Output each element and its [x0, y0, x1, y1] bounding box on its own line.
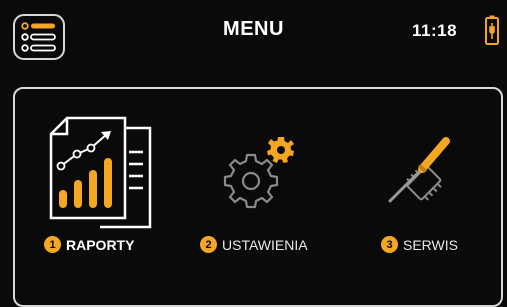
top-bar: MENU 11:18 [0, 0, 507, 70]
battery-charging-icon [485, 15, 499, 45]
tile-label-text: USTAWIENIA [222, 236, 308, 253]
tile-number-badge: 1 [44, 236, 61, 253]
menu-tile-serwis[interactable]: 3 SERWIS [370, 89, 490, 289]
tile-label-text: RAPORTY [66, 236, 135, 253]
tile-label: 2 USTAWIENIA [200, 236, 308, 253]
menu-tile-ustawienia[interactable]: 2 USTAWIENIA [195, 89, 335, 289]
service-screwdriver-chip-icon [388, 137, 450, 203]
settings-gears-icon [223, 137, 294, 209]
menu-tile-raporty[interactable]: 1 RAPORTY [40, 89, 170, 289]
menu-panel: 1 RAPORTY 2 USTAWIENIA 3 SERWIS [13, 87, 503, 307]
report-chart-icon [49, 116, 152, 229]
tile-label: 3 SERWIS [381, 236, 458, 253]
tile-number-badge: 3 [381, 236, 398, 253]
tile-label-text: SERWIS [403, 236, 458, 253]
tile-number-badge: 2 [200, 236, 217, 253]
tile-label: 1 RAPORTY [44, 236, 134, 253]
clock: 11:18 [412, 21, 458, 40]
